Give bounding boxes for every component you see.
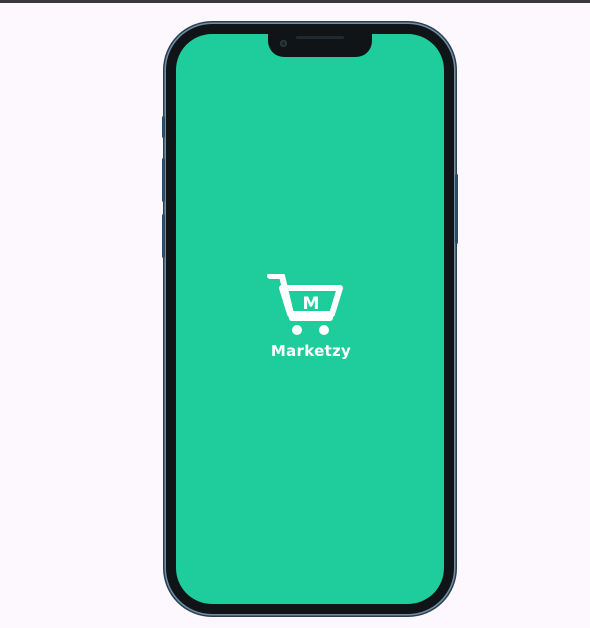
app-name: Marketzy [270, 342, 352, 360]
volume-down-button [162, 214, 165, 258]
front-camera-icon [280, 40, 287, 47]
logo-letter: M [303, 294, 320, 314]
volume-up-button [162, 158, 165, 202]
window-top-edge [0, 0, 590, 3]
splash-screen: M Marketzy [176, 34, 444, 604]
app-logo: M Marketzy [266, 273, 356, 364]
phone-frame: M Marketzy [162, 24, 458, 614]
power-button [455, 174, 458, 244]
shopping-cart-icon: M [267, 273, 343, 335]
mute-switch [162, 116, 165, 138]
earpiece-speaker [296, 36, 344, 39]
